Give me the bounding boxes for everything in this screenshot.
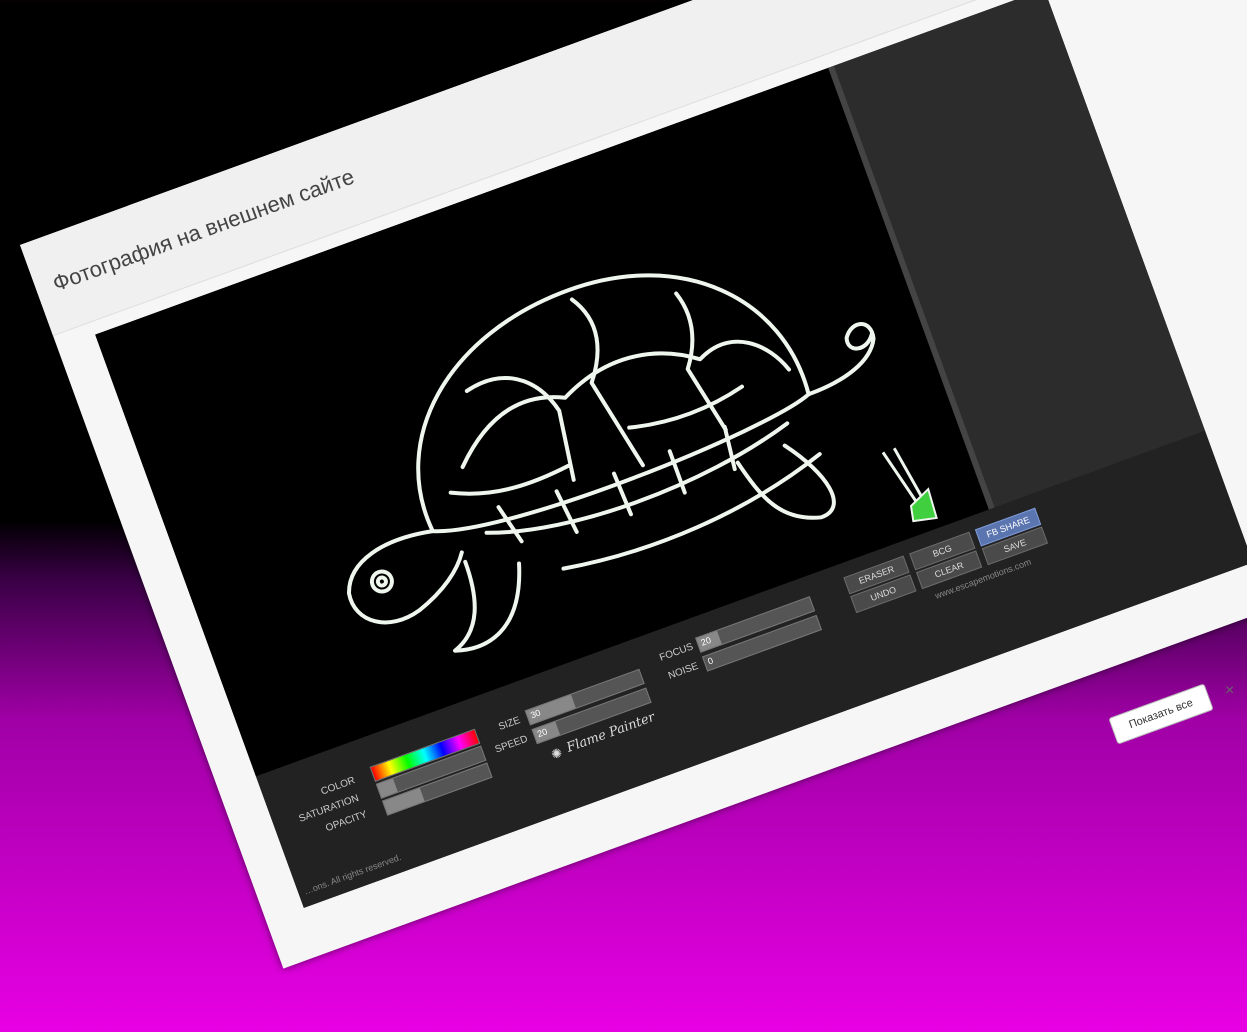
- noise-value: 0: [706, 655, 715, 667]
- close-icon[interactable]: ×: [1225, 682, 1234, 700]
- speed-label: SPEED: [493, 733, 530, 756]
- size-label: SIZE: [497, 715, 522, 733]
- external-photo-card: Фотография на внешнем сайте COLOR SATURA…: [20, 0, 1247, 969]
- focus-label: FOCUS: [658, 641, 695, 664]
- show-all-button[interactable]: Показать все: [1108, 683, 1214, 745]
- flame-logo-icon: ✺: [549, 744, 565, 763]
- noise-label: NOISE: [666, 660, 700, 682]
- flame-painter-app: COLOR SATURATION OPACITY SIZE 30 SPEED 2…: [95, 0, 1247, 908]
- copyright-text: …ons. All rights reserved.: [302, 851, 403, 897]
- brush-cursor-icon: [881, 447, 938, 523]
